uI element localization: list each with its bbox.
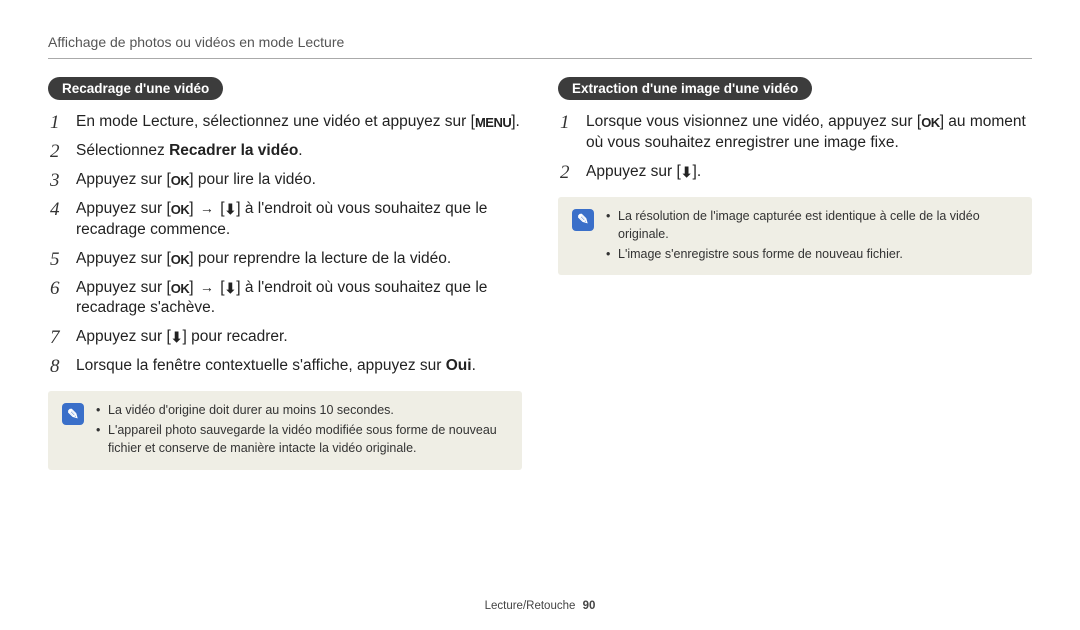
ok-icon: OK bbox=[171, 280, 190, 298]
arrow-icon: → bbox=[200, 278, 214, 297]
text: ] pour recadrer. bbox=[183, 328, 288, 345]
left-section-title: Recadrage d'une vidéo bbox=[48, 77, 223, 100]
text: ] pour lire la vidéo. bbox=[189, 171, 316, 188]
manual-page: Affichage de photos ou vidéos en mode Le… bbox=[0, 0, 1080, 630]
note-icon: ✎ bbox=[62, 403, 84, 425]
text: ]. bbox=[511, 113, 520, 130]
content-columns: Recadrage d'une vidéo En mode Lecture, s… bbox=[48, 77, 1032, 480]
text: Appuyez sur [ bbox=[586, 163, 681, 180]
text: ] bbox=[189, 279, 198, 296]
note-item: La vidéo d'origine doit durer au moins 1… bbox=[96, 401, 508, 419]
header-breadcrumb: Affichage de photos ou vidéos en mode Le… bbox=[48, 34, 1032, 59]
bold-text: Oui bbox=[446, 357, 472, 374]
step-1: Lorsque vous visionnez une vidéo, appuye… bbox=[558, 112, 1032, 154]
step-8: Lorsque la fenêtre contextuelle s'affich… bbox=[48, 356, 522, 377]
ok-icon: OK bbox=[171, 251, 190, 269]
page-footer: Lecture/Retouche 90 bbox=[0, 600, 1080, 612]
left-column: Recadrage d'une vidéo En mode Lecture, s… bbox=[48, 77, 522, 480]
step-5: Appuyez sur [OK] pour reprendre la lectu… bbox=[48, 249, 522, 270]
download-icon: ⬇ bbox=[225, 281, 237, 295]
left-steps: En mode Lecture, sélectionnez une vidéo … bbox=[48, 112, 522, 377]
ok-icon: OK bbox=[171, 201, 190, 219]
text: ] pour reprendre la lecture de la vidéo. bbox=[189, 250, 451, 267]
step-2: Appuyez sur [⬇]. bbox=[558, 162, 1032, 183]
text: Lorsque la fenêtre contextuelle s'affich… bbox=[76, 357, 446, 374]
download-icon: ⬇ bbox=[681, 165, 693, 179]
note-icon: ✎ bbox=[572, 209, 594, 231]
menu-icon: MENU bbox=[475, 114, 511, 132]
text: [ bbox=[216, 200, 225, 217]
step-4: Appuyez sur [OK] → [⬇] à l'endroit où vo… bbox=[48, 199, 522, 241]
step-2: Sélectionnez Recadrer la vidéo. bbox=[48, 141, 522, 162]
text: ]. bbox=[693, 163, 702, 180]
ok-icon: OK bbox=[171, 172, 190, 190]
footer-section: Lecture/Retouche bbox=[485, 600, 576, 612]
left-note-box: ✎ La vidéo d'origine doit durer au moins… bbox=[48, 391, 522, 469]
note-item: L'appareil photo sauvegarde la vidéo mod… bbox=[96, 421, 508, 457]
right-section-title: Extraction d'une image d'une vidéo bbox=[558, 77, 812, 100]
text: Lorsque vous visionnez une vidéo, appuye… bbox=[586, 113, 921, 130]
step-1: En mode Lecture, sélectionnez une vidéo … bbox=[48, 112, 522, 133]
note-item: L'image s'enregistre sous forme de nouve… bbox=[606, 245, 1018, 263]
text: Appuyez sur [ bbox=[76, 279, 171, 296]
step-3: Appuyez sur [OK] pour lire la vidéo. bbox=[48, 170, 522, 191]
arrow-icon: → bbox=[200, 199, 214, 218]
text: Appuyez sur [ bbox=[76, 200, 171, 217]
bold-text: Recadrer la vidéo bbox=[169, 142, 298, 159]
text: . bbox=[298, 142, 302, 159]
note-item: La résolution de l'image capturée est id… bbox=[606, 207, 1018, 243]
step-7: Appuyez sur [⬇] pour recadrer. bbox=[48, 327, 522, 348]
ok-icon: OK bbox=[921, 114, 940, 132]
download-icon: ⬇ bbox=[171, 330, 183, 344]
text: Appuyez sur [ bbox=[76, 171, 171, 188]
note-list: La résolution de l'image capturée est id… bbox=[606, 207, 1018, 265]
step-6: Appuyez sur [OK] → [⬇] à l'endroit où vo… bbox=[48, 278, 522, 320]
text: Appuyez sur [ bbox=[76, 328, 171, 345]
text: [ bbox=[216, 279, 225, 296]
note-list: La vidéo d'origine doit durer au moins 1… bbox=[96, 401, 508, 459]
right-column: Extraction d'une image d'une vidéo Lorsq… bbox=[558, 77, 1032, 480]
text: Appuyez sur [ bbox=[76, 250, 171, 267]
right-note-box: ✎ La résolution de l'image capturée est … bbox=[558, 197, 1032, 275]
footer-page-number: 90 bbox=[583, 600, 596, 612]
right-steps: Lorsque vous visionnez une vidéo, appuye… bbox=[558, 112, 1032, 183]
text: En mode Lecture, sélectionnez une vidéo … bbox=[76, 113, 475, 130]
text: . bbox=[472, 357, 476, 374]
text: Sélectionnez bbox=[76, 142, 169, 159]
text: ] bbox=[189, 200, 198, 217]
download-icon: ⬇ bbox=[225, 202, 237, 216]
